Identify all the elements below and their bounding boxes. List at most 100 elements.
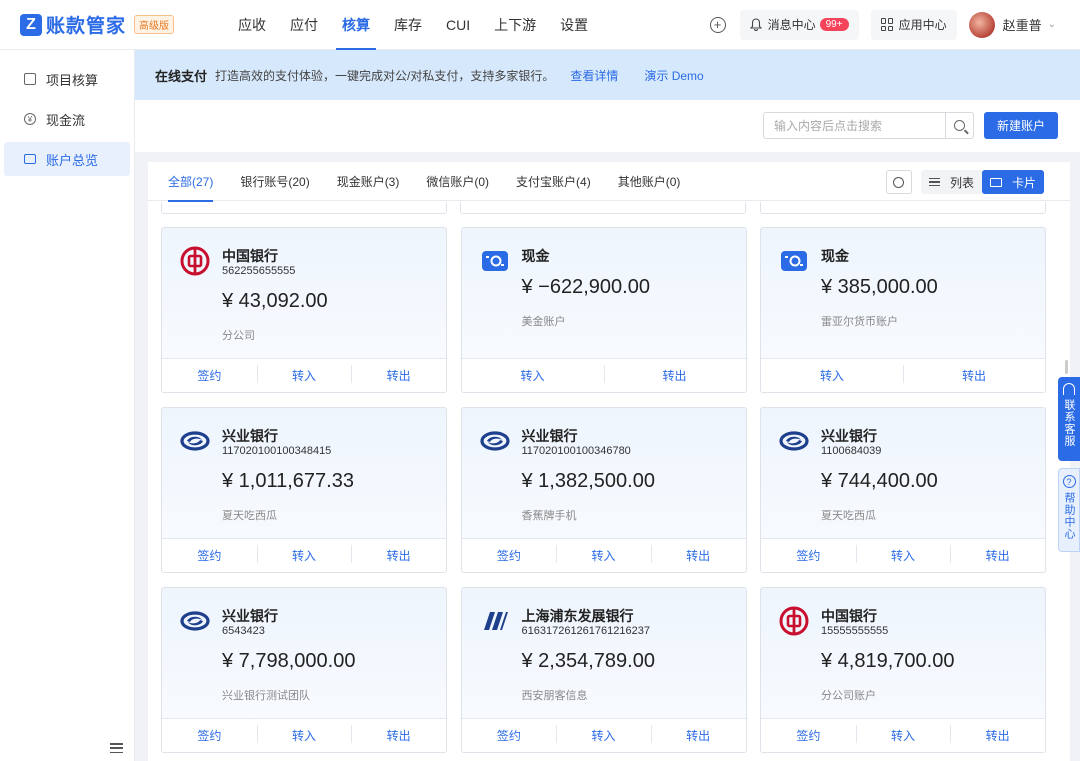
transfer-out-button[interactable]: 转出 xyxy=(903,365,1045,384)
boc-logo-icon xyxy=(779,606,809,636)
view-details-link[interactable]: 查看详情 xyxy=(570,67,618,84)
account-balance: ¥ 4,819,700.00 xyxy=(821,650,955,672)
sign-button[interactable]: 签约 xyxy=(162,727,257,744)
account-card[interactable]: 兴业银行 117020100100346780 ¥ 1,382,500.00 香蕉牌手… xyxy=(460,407,747,573)
account-card[interactable]: 兴业银行 117020100100348415 ¥ 1,011,677.33 夏天吃西… xyxy=(161,407,447,573)
transfer-in-button[interactable]: 转入 xyxy=(462,367,604,384)
bank-name: 上海浦东发展银行 xyxy=(521,608,634,624)
boc-logo-icon xyxy=(180,246,210,276)
message-count-badge: 99+ xyxy=(819,18,849,31)
chevron-down-icon[interactable]: ⌄ xyxy=(1048,19,1056,30)
tab-0[interactable]: 全部(27) xyxy=(168,162,214,202)
transfer-in-button[interactable]: 转入 xyxy=(256,365,352,384)
account-number: 562255655555 xyxy=(222,265,296,277)
view-switch: 列表 卡片 xyxy=(920,170,1044,194)
sign-button[interactable]: 签约 xyxy=(462,547,557,564)
account-card[interactable]: 现金 ¥ 385,000.00 雷亚尔货币账户 转入 转出 xyxy=(760,227,1046,393)
card-body: 兴业银行 1100684039 ¥ 744,400.00 夏天吃西瓜 xyxy=(761,408,1045,539)
search-button[interactable] xyxy=(945,113,973,138)
tab-5[interactable]: 其他账户(0) xyxy=(618,162,681,201)
sign-button[interactable]: 签约 xyxy=(162,547,257,564)
account-number: 1100684039 xyxy=(821,445,882,457)
account-note: 美金账户 xyxy=(521,316,566,328)
app-center-button[interactable]: 应用中心 xyxy=(870,9,957,40)
account-card[interactable]: 上海浦东发展银行 616317261261761216237 ¥ 2,354,789… xyxy=(460,587,747,753)
demo-link[interactable]: 演示 Demo xyxy=(644,67,703,84)
nav-item-3[interactable]: 库存 xyxy=(382,0,434,50)
tab-3[interactable]: 微信账户(0) xyxy=(426,162,489,201)
account-card[interactable]: 兴业银行 6543423 ¥ 7,798,000.00 兴业银行测试团队 签约 转入 转出 xyxy=(161,587,447,753)
bank-name: 现金 xyxy=(821,248,849,264)
list-view-button[interactable]: 列表 xyxy=(921,170,982,194)
transfer-in-button[interactable]: 转入 xyxy=(256,545,352,564)
tab-2[interactable]: 现金账户(3) xyxy=(337,162,400,201)
transfer-out-button[interactable]: 转出 xyxy=(603,365,746,384)
card-body: 兴业银行 117020100100346780 ¥ 1,382,500.00 香蕉牌手… xyxy=(462,408,746,539)
account-note: 夏天吃西瓜 xyxy=(222,510,277,522)
tab-4[interactable]: 支付宝账户(4) xyxy=(516,162,591,201)
message-center-button[interactable]: 消息中心 99+ xyxy=(739,9,859,40)
transfer-out-button[interactable]: 转出 xyxy=(351,545,446,564)
search-input[interactable] xyxy=(764,113,945,138)
sign-button[interactable]: 签约 xyxy=(761,547,856,564)
account-number: 616317261261761216237 xyxy=(521,625,650,637)
main-nav: 应收 应付 核算 库存 CUI 上下游 设置 xyxy=(226,0,600,50)
user-name[interactable]: 赵重普 xyxy=(1003,15,1042,34)
sign-button[interactable]: 签约 xyxy=(162,367,257,384)
sign-button[interactable]: 签约 xyxy=(761,727,856,744)
customer-service-button[interactable]: 联系客服 xyxy=(1058,377,1080,461)
transfer-in-button[interactable]: 转入 xyxy=(556,725,651,744)
transfer-in-button[interactable]: 转入 xyxy=(256,725,352,744)
account-card[interactable]: 现金 ¥ −622,900.00 美金账户转入 转出 xyxy=(460,227,747,393)
account-balance: ¥ 1,382,500.00 xyxy=(521,470,655,492)
account-note: 分公司账户 xyxy=(821,690,876,702)
sidebar-item-2[interactable]: 账户总览 xyxy=(4,142,130,176)
new-account-button[interactable]: 新建账户 xyxy=(984,112,1058,139)
transfer-out-button[interactable]: 转出 xyxy=(650,545,746,564)
sign-button[interactable]: 签约 xyxy=(462,727,557,744)
toggle-visibility-button[interactable] xyxy=(885,170,912,194)
card-view-label: 卡片 xyxy=(1011,175,1036,190)
card-body: 中国银行 562255655555 ¥ 43,092.00 分公司 xyxy=(162,228,446,359)
cash-logo-icon xyxy=(779,246,809,276)
cash-logo-icon xyxy=(480,246,510,276)
help-center-button[interactable]: ? 帮助中心 xyxy=(1058,468,1080,552)
sidebar-item-1[interactable]: ¥ 现金流 xyxy=(4,102,130,136)
cib-logo-icon xyxy=(479,426,510,456)
app-logo[interactable]: Z 账款管家 高级版 xyxy=(20,11,220,38)
account-note: 香蕉牌手机 xyxy=(521,510,577,522)
transfer-out-button[interactable]: 转出 xyxy=(351,365,446,384)
card-actions: 签约 转入 转出 xyxy=(162,538,446,572)
nav-item-1[interactable]: 应付 xyxy=(278,0,330,50)
edition-badge: 高级版 xyxy=(134,15,175,34)
collapse-sidebar-icon[interactable] xyxy=(110,743,123,753)
nav-item-6[interactable]: 设置 xyxy=(548,0,600,50)
account-balance: ¥ 2,354,789.00 xyxy=(521,650,655,672)
nav-item-5[interactable]: 上下游 xyxy=(482,0,548,50)
avatar[interactable] xyxy=(968,11,995,38)
add-icon[interactable]: + xyxy=(709,16,726,33)
account-card[interactable]: 中国银行 562255655555 ¥ 43,092.00 分公司签约 转入 转出 xyxy=(161,227,447,393)
transfer-in-button[interactable]: 转入 xyxy=(556,545,651,564)
nav-item-4[interactable]: CUI xyxy=(434,0,482,50)
account-card[interactable]: 兴业银行 1100684039 ¥ 744,400.00 夏天吃西瓜签约 转入 转出 xyxy=(760,407,1046,573)
sidebar-item-label: 现金流 xyxy=(46,112,86,128)
account-card[interactable]: 中国银行 15555555555 ¥ 4,819,700.00 分公司账户 签约 转入 转出 xyxy=(760,587,1046,753)
transfer-out-button[interactable]: 转出 xyxy=(351,725,446,744)
transfer-out-button[interactable]: 转出 xyxy=(950,725,1045,744)
transfer-out-button[interactable]: 转出 xyxy=(650,725,746,744)
account-balance: ¥ 7,798,000.00 xyxy=(222,650,356,672)
nav-item-2[interactable]: 核算 xyxy=(330,0,382,50)
transfer-out-button[interactable]: 转出 xyxy=(950,545,1045,564)
nav-item-0[interactable]: 应收 xyxy=(226,0,278,50)
search-icon xyxy=(954,120,965,131)
card-icon xyxy=(24,154,36,164)
scrollbar-thumb[interactable] xyxy=(1065,360,1068,374)
tab-1[interactable]: 银行账号(20) xyxy=(240,162,309,201)
transfer-in-button[interactable]: 转入 xyxy=(855,545,951,564)
card-body: 现金 ¥ −622,900.00 美金账户 xyxy=(462,228,746,359)
transfer-in-button[interactable]: 转入 xyxy=(855,725,951,744)
sidebar-item-0[interactable]: 项目核算 xyxy=(4,62,130,96)
transfer-in-button[interactable]: 转入 xyxy=(761,367,903,384)
card-view-button[interactable]: 卡片 xyxy=(981,170,1044,194)
